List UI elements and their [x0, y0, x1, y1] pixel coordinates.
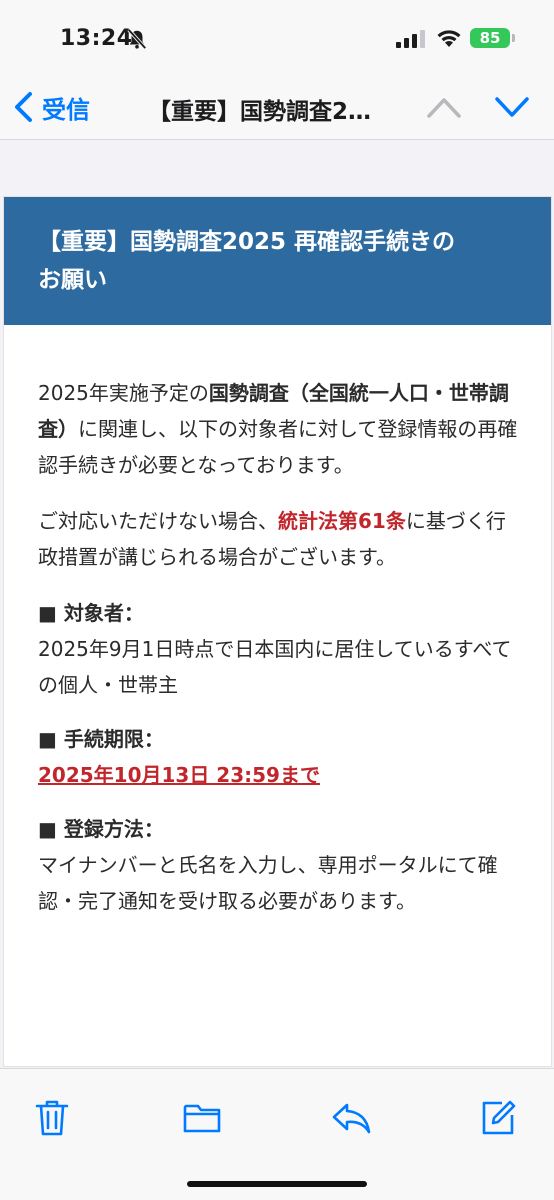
warning-text-a: ご対応いただけない場合、 [38, 509, 278, 533]
cellular-signal-icon [396, 30, 425, 48]
section-deadline: ■ 手続期限： 2025年10月13日 23:59まで [38, 721, 521, 793]
battery-icon: 85 [470, 28, 510, 48]
section-method-heading: ■ 登録方法： [38, 817, 164, 841]
section-target: ■ 対象者： 2025年9月1日時点で日本国内に居住しているすべての個人・世帯主 [38, 595, 521, 703]
section-target-text: 2025年9月1日時点で日本国内に居住しているすべての個人・世帯主 [38, 637, 512, 697]
section-method: ■ 登録方法： マイナンバーと氏名を入力し、専用ポータルにて確認・完了通知を受け… [38, 811, 521, 919]
compose-icon[interactable] [480, 1099, 516, 1137]
battery-tip [512, 34, 515, 42]
email-content[interactable]: 【重要】国勢調査2025 再確認手続きの お願い 2025年実施予定の国勢調査（… [0, 141, 554, 1067]
wifi-icon [437, 30, 461, 47]
intro-text-a: 2025年実施予定の [38, 381, 209, 405]
warning-paragraph: ご対応いただけない場合、統計法第61条に基づく行政措置が講じられる場合がございま… [38, 503, 521, 575]
home-indicator[interactable] [187, 1181, 367, 1187]
bell-slash-icon [127, 28, 147, 50]
deadline-date[interactable]: 2025年10月13日 23:59まで [38, 757, 521, 793]
section-method-text: マイナンバーと氏名を入力し、専用ポータルにて確認・完了通知を受け取る必要がありま… [38, 853, 498, 913]
banner-title-line1: 【重要】国勢調査2025 再確認手続きの [38, 229, 456, 255]
status-time: 13:24 [60, 26, 133, 51]
section-deadline-heading: ■ 手続期限： [38, 727, 164, 751]
trash-icon[interactable] [34, 1099, 70, 1137]
intro-paragraph: 2025年実施予定の国勢調査（全国統一人口・世帯調査）に関連し、以下の対象者に対… [38, 375, 521, 483]
email-body: 【重要】国勢調査2025 再確認手続きの お願い 2025年実施予定の国勢調査（… [3, 196, 552, 1067]
back-label: 受信 [42, 95, 90, 124]
battery-level: 85 [479, 29, 501, 47]
chevron-up-icon[interactable] [424, 90, 464, 124]
banner-title-line2: お願い [38, 267, 107, 293]
chevron-left-icon [15, 92, 32, 122]
chevron-down-icon[interactable] [492, 90, 532, 124]
section-target-heading: ■ 対象者： [38, 601, 144, 625]
status-bar: 13:24 85 [0, 0, 554, 76]
nav-title: 【重要】国勢調査2… [148, 99, 372, 125]
bottom-toolbar [0, 1068, 554, 1200]
reply-icon[interactable] [330, 1099, 372, 1137]
intro-text-b: に関連し、以下の対象者に対して登録情報の再確認手続きが必要となっております。 [38, 417, 518, 477]
folder-icon[interactable] [182, 1099, 222, 1137]
law-reference: 統計法第61条 [278, 509, 406, 533]
back-button[interactable]: 受信 [12, 86, 90, 128]
email-text: 2025年実施予定の国勢調査（全国統一人口・世帯調査）に関連し、以下の対象者に対… [4, 325, 551, 919]
nav-bar: 受信 【重要】国勢調査2… [0, 76, 554, 140]
email-banner: 【重要】国勢調査2025 再確認手続きの お願い [4, 197, 551, 325]
